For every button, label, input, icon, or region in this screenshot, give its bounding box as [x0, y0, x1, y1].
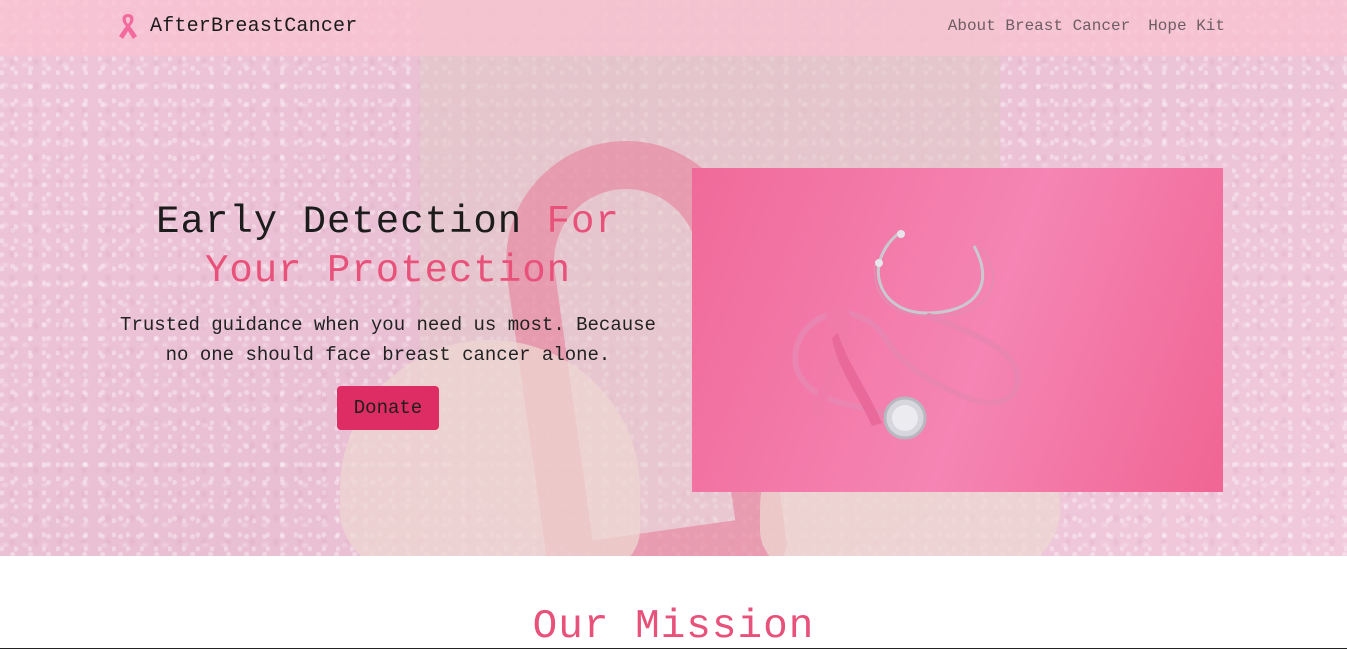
brand-name: AfterBreastCancer: [150, 14, 358, 38]
navbar: AfterBreastCancer About Breast Cancer Ho…: [0, 0, 1347, 56]
headline-plain: Early Detection: [156, 200, 547, 244]
mission-title: Our Mission: [532, 604, 815, 649]
pink-ribbon-icon: [116, 12, 140, 40]
hero-section: Early Detection For Your Protection Trus…: [0, 0, 1347, 556]
nav-link-hope-kit[interactable]: Hope Kit: [1148, 17, 1225, 35]
nav-links: About Breast Cancer Hope Kit: [948, 17, 1225, 35]
brand-link[interactable]: AfterBreastCancer: [116, 12, 357, 40]
mission-section: Our Mission: [0, 556, 1347, 649]
hero-headline: Early Detection For Your Protection: [120, 198, 656, 296]
hero-image-stethoscope-ribbon: [692, 168, 1223, 492]
nav-link-about-breast-cancer[interactable]: About Breast Cancer: [948, 17, 1130, 35]
hero-text-block: Early Detection For Your Protection Trus…: [120, 198, 656, 430]
donate-button[interactable]: Donate: [336, 386, 440, 430]
hero-lead: Trusted guidance when you need us most. …: [120, 314, 656, 366]
